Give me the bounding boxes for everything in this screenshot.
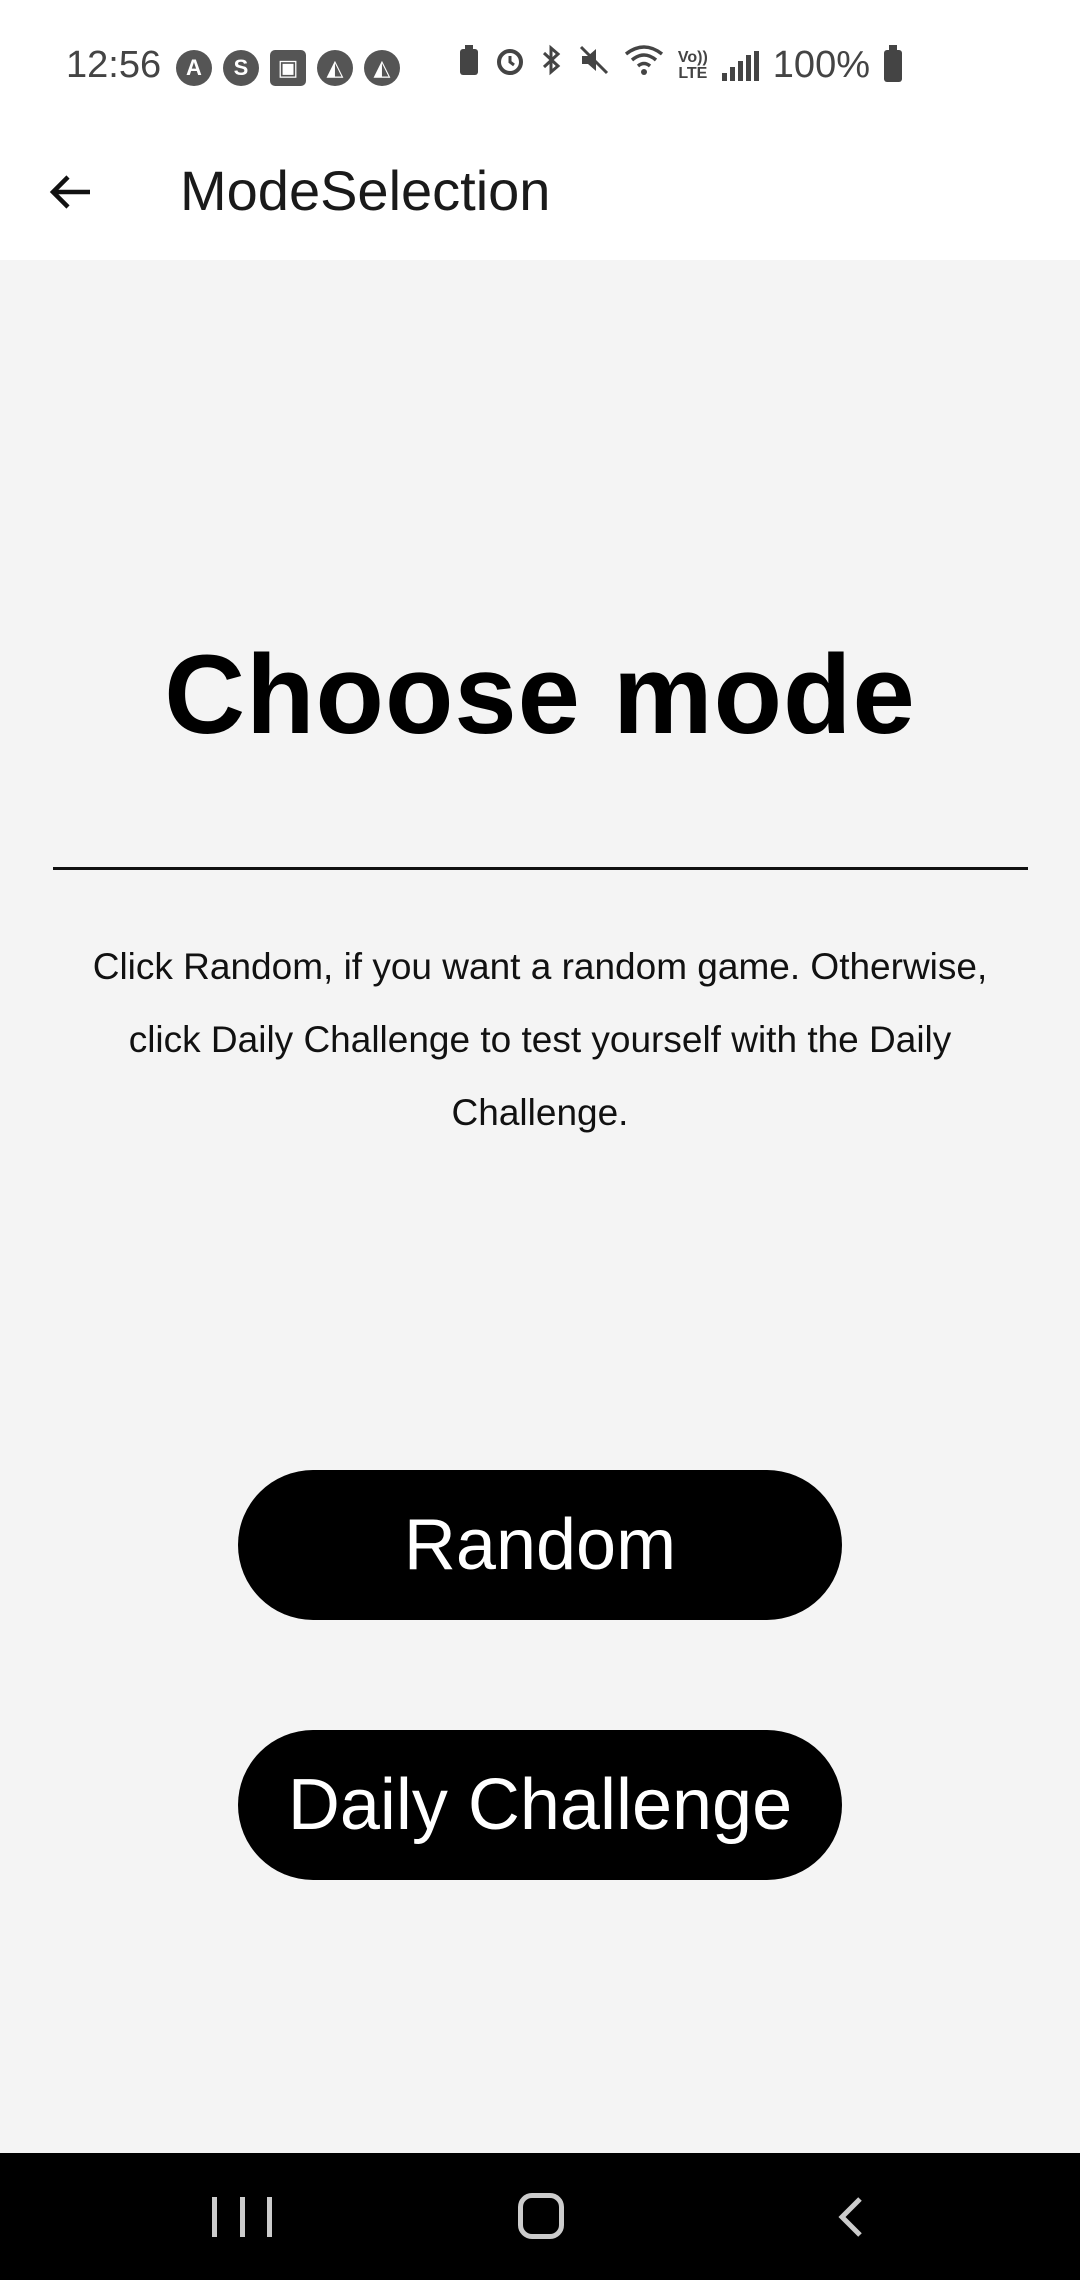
screen: 12:56 A S ▣ ◭ ◭ Vo)) LTE 100% ModeSelect… bbox=[0, 0, 1080, 2280]
app-bar: ModeSelection bbox=[0, 130, 1080, 260]
app-notification-icon-2: ◭ bbox=[317, 50, 353, 86]
nav-back-button[interactable] bbox=[822, 2187, 882, 2247]
wifi-icon bbox=[624, 44, 664, 87]
mute-icon bbox=[578, 44, 610, 87]
chevron-left-icon bbox=[838, 2197, 862, 2237]
app-notification-icon-3: ◭ bbox=[364, 50, 400, 86]
battery-percentage: 100% bbox=[772, 44, 870, 86]
system-status-icons: Vo)) LTE 100% bbox=[458, 44, 902, 87]
app-title: ModeSelection bbox=[180, 159, 551, 222]
divider bbox=[53, 867, 1028, 870]
status-time: 12:56 bbox=[66, 44, 162, 86]
notification-icons: A S ▣ ◭ ◭ bbox=[176, 50, 400, 86]
main-content: Choose mode Click Random, if you want a … bbox=[0, 260, 1080, 2153]
battery-icon bbox=[884, 44, 902, 82]
recents-icon-bar bbox=[239, 2197, 245, 2237]
volte-icon: Vo)) LTE bbox=[677, 48, 708, 82]
navigation-bar bbox=[0, 2153, 1080, 2280]
app-notification-icon: A bbox=[176, 50, 212, 86]
volte-top-label: Vo)) bbox=[677, 48, 708, 66]
daily-challenge-button[interactable]: Daily Challenge bbox=[238, 1730, 842, 1880]
bluetooth-icon bbox=[540, 44, 564, 87]
battery-saver-icon bbox=[458, 44, 480, 87]
home-button[interactable] bbox=[518, 2193, 564, 2239]
gallery-notification-icon: ▣ bbox=[270, 50, 306, 86]
status-bar: 12:56 A S ▣ ◭ ◭ Vo)) LTE 100% bbox=[0, 0, 1080, 130]
lte-label: LTE bbox=[678, 64, 708, 82]
instructions-text: Click Random, if you want a random game.… bbox=[92, 946, 988, 1133]
alarm-icon bbox=[494, 44, 526, 87]
arrow-left-icon bbox=[49, 175, 90, 209]
samsung-notification-icon: S bbox=[223, 50, 259, 86]
recents-button[interactable] bbox=[212, 2197, 272, 2241]
recents-icon-bar bbox=[212, 2197, 217, 2237]
recents-icon-bar bbox=[267, 2197, 272, 2237]
random-button[interactable]: Random bbox=[238, 1470, 842, 1620]
page-heading: Choose mode bbox=[164, 632, 916, 757]
back-button[interactable] bbox=[32, 154, 108, 230]
signal-icon bbox=[721, 50, 759, 81]
